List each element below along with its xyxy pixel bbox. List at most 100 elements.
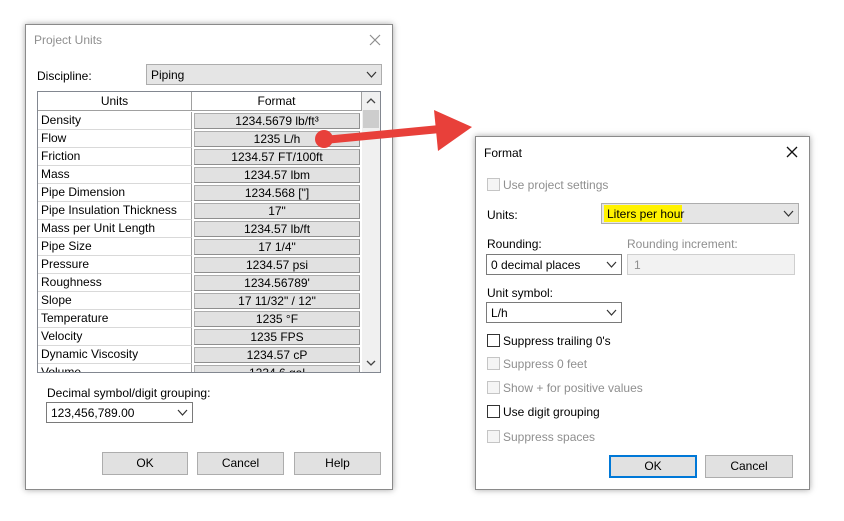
units-label: Units: xyxy=(487,208,518,222)
table-row[interactable]: Mass per Unit Length 1234.57 lb/ft xyxy=(38,220,362,238)
table-row[interactable]: Temperature 1235 °F xyxy=(38,310,362,328)
format-button[interactable]: 1234.57 lb/ft xyxy=(194,221,360,237)
column-header-units[interactable]: Units xyxy=(38,92,192,111)
format-button[interactable]: 1234.57 FT/100ft xyxy=(194,149,360,165)
chevron-down-icon xyxy=(606,261,617,268)
format-button[interactable]: 17 11/32" / 12" xyxy=(194,293,360,309)
project-units-titlebar[interactable]: Project Units xyxy=(26,25,392,55)
format-ok-button[interactable]: OK xyxy=(609,455,697,478)
unit-name-cell: Pressure xyxy=(38,256,192,274)
rounding-value: 0 decimal places xyxy=(491,258,581,272)
use-project-settings-checkbox[interactable] xyxy=(487,178,500,191)
format-button[interactable]: 1234.57 cP xyxy=(194,347,360,363)
table-row[interactable]: Mass 1234.57 lbm xyxy=(38,166,362,184)
chevron-down-icon xyxy=(606,309,617,316)
unit-symbol-label: Unit symbol: xyxy=(487,286,554,300)
table-row[interactable]: Flow 1235 L/h xyxy=(38,130,362,148)
close-icon[interactable] xyxy=(783,143,801,161)
table-row[interactable]: Pipe Insulation Thickness 17" xyxy=(38,202,362,220)
format-button[interactable]: 1235 L/h xyxy=(194,131,360,147)
scroll-thumb[interactable] xyxy=(363,110,379,128)
format-button[interactable]: 1234.57 lbm xyxy=(194,167,360,183)
digit-grouping-label: Use digit grouping xyxy=(503,405,600,419)
chevron-down-icon xyxy=(783,210,794,217)
arrow-head xyxy=(434,110,472,151)
table-row[interactable]: Pipe Dimension 1234.568 ["] xyxy=(38,184,362,202)
table-row[interactable]: Slope 17 11/32" / 12" xyxy=(38,292,362,310)
format-button[interactable]: 17" xyxy=(194,203,360,219)
cancel-button[interactable]: Cancel xyxy=(197,452,284,475)
unit-name-cell: Flow xyxy=(38,130,192,148)
suppress-spaces-checkbox[interactable] xyxy=(487,430,500,443)
format-button[interactable]: 1235 °F xyxy=(194,311,360,327)
format-button[interactable]: 17 1/4" xyxy=(194,239,360,255)
unit-name-cell: Dynamic Viscosity xyxy=(38,346,192,364)
suppress-zero-feet-label: Suppress 0 feet xyxy=(503,357,588,371)
unit-name-cell: Pipe Insulation Thickness xyxy=(38,202,192,220)
chevron-down-icon xyxy=(366,71,377,78)
scroll-up-icon[interactable] xyxy=(362,93,380,109)
units-table: Units Format Density 1234.5679 lb/ft³ Flow… xyxy=(37,91,381,373)
format-button[interactable]: 1234.56789' xyxy=(194,275,360,291)
rounding-increment-value: 1 xyxy=(634,258,641,272)
table-row[interactable]: Pressure 1234.57 psi xyxy=(38,256,362,274)
show-plus-checkbox[interactable] xyxy=(487,381,500,394)
project-units-title: Project Units xyxy=(34,33,103,47)
unit-name-cell: Friction xyxy=(38,148,192,166)
suppress-zero-feet-checkbox[interactable] xyxy=(487,357,500,370)
format-titlebar[interactable]: Format xyxy=(476,137,809,167)
digit-grouping-checkbox[interactable] xyxy=(487,405,500,418)
unit-name-cell: Roughness xyxy=(38,274,192,292)
table-row[interactable]: Velocity 1235 FPS xyxy=(38,328,362,346)
suppress-trailing-zeros-checkbox[interactable] xyxy=(487,334,500,347)
discipline-select[interactable]: Piping xyxy=(146,64,382,85)
units-select[interactable]: Liters per hour xyxy=(601,203,799,224)
unit-name-cell: Mass xyxy=(38,166,192,184)
unit-name-cell: Mass per Unit Length xyxy=(38,220,192,238)
table-row[interactable]: Volume 1234.6 gal xyxy=(38,364,362,372)
table-row[interactable]: Pipe Size 17 1/4" xyxy=(38,238,362,256)
format-dialog: Format Use project settings Units: Liter… xyxy=(475,136,810,490)
scroll-down-icon[interactable] xyxy=(362,355,380,371)
unit-name-cell: Pipe Dimension xyxy=(38,184,192,202)
decimal-grouping-value: 123,456,789.00 xyxy=(51,406,135,420)
unit-name-cell: Volume xyxy=(38,364,192,372)
unit-name-cell: Velocity xyxy=(38,328,192,346)
chevron-down-icon xyxy=(177,409,188,416)
decimal-grouping-select[interactable]: 123,456,789.00 xyxy=(46,402,193,423)
discipline-value: Piping xyxy=(151,68,185,82)
suppress-spaces-label: Suppress spaces xyxy=(503,430,596,444)
vertical-scrollbar[interactable] xyxy=(362,92,380,372)
table-header: Units Format xyxy=(38,92,362,112)
format-button[interactable]: 1234.5679 lb/ft³ xyxy=(194,113,360,129)
rounding-select[interactable]: 0 decimal places xyxy=(486,254,622,275)
discipline-label: Discipline: xyxy=(37,69,92,83)
format-button[interactable]: 1234.6 gal xyxy=(194,365,360,372)
format-button[interactable]: 1234.568 ["] xyxy=(194,185,360,201)
format-title: Format xyxy=(484,146,523,160)
unit-symbol-value: L/h xyxy=(491,306,508,320)
units-value: Liters per hour xyxy=(607,207,685,221)
format-button[interactable]: 1235 FPS xyxy=(194,329,360,345)
unit-name-cell: Temperature xyxy=(38,310,192,328)
table-row[interactable]: Dynamic Viscosity 1234.57 cP xyxy=(38,346,362,364)
use-project-settings-label: Use project settings xyxy=(503,178,609,192)
ok-button[interactable]: OK xyxy=(102,452,188,475)
column-header-format[interactable]: Format xyxy=(192,92,362,111)
close-icon[interactable] xyxy=(366,31,384,49)
help-button[interactable]: Help xyxy=(294,452,381,475)
rounding-increment-label: Rounding increment: xyxy=(627,237,738,251)
unit-name-cell: Density xyxy=(38,112,192,130)
format-button[interactable]: 1234.57 psi xyxy=(194,257,360,273)
table-row[interactable]: Roughness 1234.56789' xyxy=(38,274,362,292)
decimal-grouping-label: Decimal symbol/digit grouping: xyxy=(47,386,211,400)
unit-name-cell: Slope xyxy=(38,292,192,310)
format-cancel-button[interactable]: Cancel xyxy=(705,455,793,478)
rounding-increment-input[interactable]: 1 xyxy=(627,254,795,275)
table-row[interactable]: Density 1234.5679 lb/ft³ xyxy=(38,112,362,130)
suppress-trailing-zeros-label: Suppress trailing 0's xyxy=(503,334,611,348)
table-row[interactable]: Friction 1234.57 FT/100ft xyxy=(38,148,362,166)
rounding-label: Rounding: xyxy=(487,237,542,251)
unit-symbol-select[interactable]: L/h xyxy=(486,302,622,323)
unit-name-cell: Pipe Size xyxy=(38,238,192,256)
